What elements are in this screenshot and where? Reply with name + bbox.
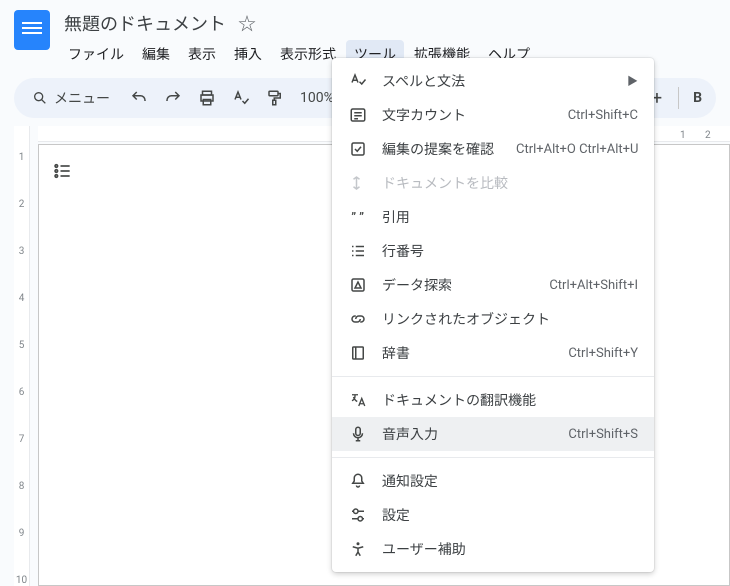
menu-item-shortcut: Ctrl+Alt+O Ctrl+Alt+U [516,142,638,157]
ruler-v-mark: 9 [19,528,25,539]
tools-menu-item-a11y[interactable]: ユーザー補助 [332,532,654,566]
menu-item-label: 行番号 [382,241,638,261]
tools-menu-dropdown: スペルと文法 ▶ 文字カウント Ctrl+Shift+C 編集の提案を確認 Ctrl+Al… [332,58,654,572]
prefs-icon [348,505,368,525]
translate-icon [348,390,368,410]
menu-item-label: リンクされたオブジェクト [382,309,638,329]
document-title[interactable]: 無題のドキュメント [60,8,230,38]
spellcheck-button[interactable] [226,83,256,113]
tools-menu-item-notify[interactable]: 通知設定 [332,464,654,498]
linenum-icon [348,241,368,261]
undo-icon [130,89,148,107]
ruler-v-mark: 2 [19,199,25,210]
menu-item-label: ユーザー補助 [382,539,638,559]
menu-item-shortcut: Ctrl+Shift+S [568,427,638,442]
tools-menu-item-wordcount[interactable]: 文字カウント Ctrl+Shift+C [332,98,654,132]
paint-roller-icon [266,89,284,107]
ruler-v-mark: 1 [19,152,25,163]
tools-menu-item-translate[interactable]: ドキュメントの翻訳機能 [332,383,654,417]
submenu-arrow-icon: ▶ [627,73,638,89]
menu-item-label: 編集の提案を確認 [382,139,494,159]
spellcheck-icon [348,71,368,91]
redo-button[interactable] [158,83,188,113]
menu-separator [332,457,654,458]
compare-icon [348,173,368,193]
ruler-v-mark: 4 [19,293,25,304]
search-icon [32,90,48,106]
voice-icon [348,424,368,444]
menu-search-label: メニュー [54,88,110,108]
linked-icon [348,309,368,329]
redo-icon [164,89,182,107]
outline-toggle[interactable] [53,161,73,185]
spellcheck-icon [232,89,250,107]
title-row: 無題のドキュメント ☆ [60,8,716,38]
ruler-v-mark: 8 [19,481,25,492]
tools-menu-item-dictionary[interactable]: 辞書 Ctrl+Shift+Y [332,336,654,370]
format-paint-button[interactable] [260,83,290,113]
menu-item-label: ドキュメントを比較 [382,173,638,193]
citation-icon: ” ” [348,207,368,227]
ruler-v-mark: 5 [19,340,25,351]
menu-item-shortcut: Ctrl+Shift+Y [568,346,638,361]
menu-item-label: スペルと文法 [382,71,613,91]
tools-menu-item-linked[interactable]: リンクされたオブジェクト [332,302,654,336]
menu-3[interactable]: 挿入 [226,40,270,68]
ruler-h-mark: 2 [705,130,730,141]
tools-menu-item-review[interactable]: 編集の提案を確認 Ctrl+Alt+O Ctrl+Alt+U [332,132,654,166]
review-icon [348,139,368,159]
tools-menu-item-citation[interactable]: ” ” 引用 [332,200,654,234]
star-icon[interactable]: ☆ [238,10,256,36]
tools-menu-item-voice[interactable]: 音声入力 Ctrl+Shift+S [332,417,654,451]
menu-separator [332,376,654,377]
menu-1[interactable]: 編集 [134,40,178,68]
ruler-v-mark: 3 [19,246,25,257]
toolbar-separator [678,87,679,109]
svg-text:” ”: ” ” [351,210,364,224]
tools-menu-item-explore[interactable]: データ探索 Ctrl+Alt+Shift+I [332,268,654,302]
docs-logo-icon[interactable] [14,10,50,50]
ruler-v-mark: 10 [16,575,27,586]
print-icon [198,89,216,107]
menu-item-label: 辞書 [382,343,546,363]
ruler-h-mark: 1 [680,130,705,141]
notify-icon [348,471,368,491]
outline-icon [53,161,73,181]
tools-menu-item-linenum[interactable]: 行番号 [332,234,654,268]
menu-search[interactable]: メニュー [22,84,120,112]
ruler-v-mark: 7 [19,434,25,445]
menu-item-shortcut: Ctrl+Shift+C [568,108,638,123]
ruler-vertical: 1 2 3 4 5 6 7 8 9 10 [14,126,30,586]
menu-item-label: 文字カウント [382,105,546,125]
bold-button[interactable]: B [687,90,708,106]
menu-item-label: 通知設定 [382,471,638,491]
tools-menu-item-spellcheck[interactable]: スペルと文法 ▶ [332,64,654,98]
tools-menu-item-prefs[interactable]: 設定 [332,498,654,532]
undo-button[interactable] [124,83,154,113]
explore-icon [348,275,368,295]
tools-menu-item-compare: ドキュメントを比較 [332,166,654,200]
wordcount-icon [348,105,368,125]
menu-item-label: 設定 [382,505,638,525]
menu-0[interactable]: ファイル [60,40,132,68]
menu-item-label: ドキュメントの翻訳機能 [382,390,638,410]
a11y-icon [348,539,368,559]
menu-item-label: 引用 [382,207,638,227]
print-button[interactable] [192,83,222,113]
ruler-v-mark: 6 [19,387,25,398]
menu-item-shortcut: Ctrl+Alt+Shift+I [549,278,638,293]
menu-2[interactable]: 表示 [180,40,224,68]
dictionary-icon [348,343,368,363]
menu-item-label: データ探索 [382,275,527,295]
menu-item-label: 音声入力 [382,424,546,444]
